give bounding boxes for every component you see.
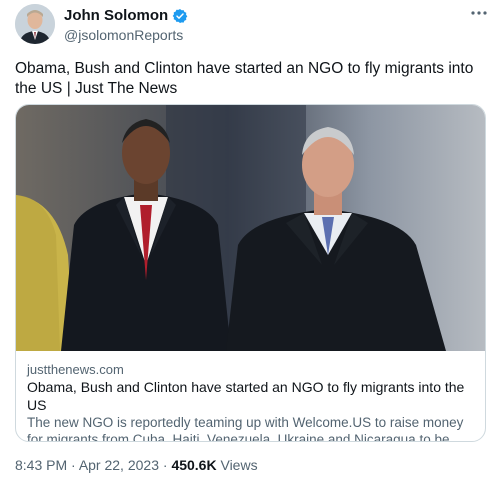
more-horizontal-icon[interactable] [470, 4, 488, 26]
tweet-time[interactable]: 8:43 PM [15, 457, 67, 473]
tweet-date[interactable]: Apr 22, 2023 [79, 457, 159, 473]
tweet-footer: 8:43 PM · Apr 22, 2023 · 450.6K Views [15, 456, 258, 474]
verified-badge-icon [172, 8, 188, 24]
card-description: The new NGO is reportedly teaming up wit… [27, 415, 464, 442]
card-domain: justthenews.com [27, 362, 124, 377]
card-title: Obama, Bush and Clinton have started an … [27, 379, 465, 413]
footer-separator: · [67, 457, 79, 473]
card-meta: justthenews.com Obama, Bush and Clinton … [27, 361, 477, 442]
views-count[interactable]: 450.6K [171, 457, 216, 473]
tweet: John Solomon @jsolomonReports Obama, Bus… [0, 0, 500, 482]
author-name-row: John Solomon [64, 7, 188, 25]
views-label: Views [216, 457, 258, 473]
author-handle[interactable]: @jsolomonReports [64, 26, 183, 44]
tweet-text: Obama, Bush and Clinton have started an … [15, 60, 474, 97]
avatar[interactable] [15, 4, 55, 44]
card-image [16, 105, 485, 351]
link-preview-card[interactable]: justthenews.com Obama, Bush and Clinton … [15, 104, 486, 442]
footer-separator: · [158, 457, 172, 473]
author-display-name[interactable]: John Solomon [64, 7, 168, 25]
